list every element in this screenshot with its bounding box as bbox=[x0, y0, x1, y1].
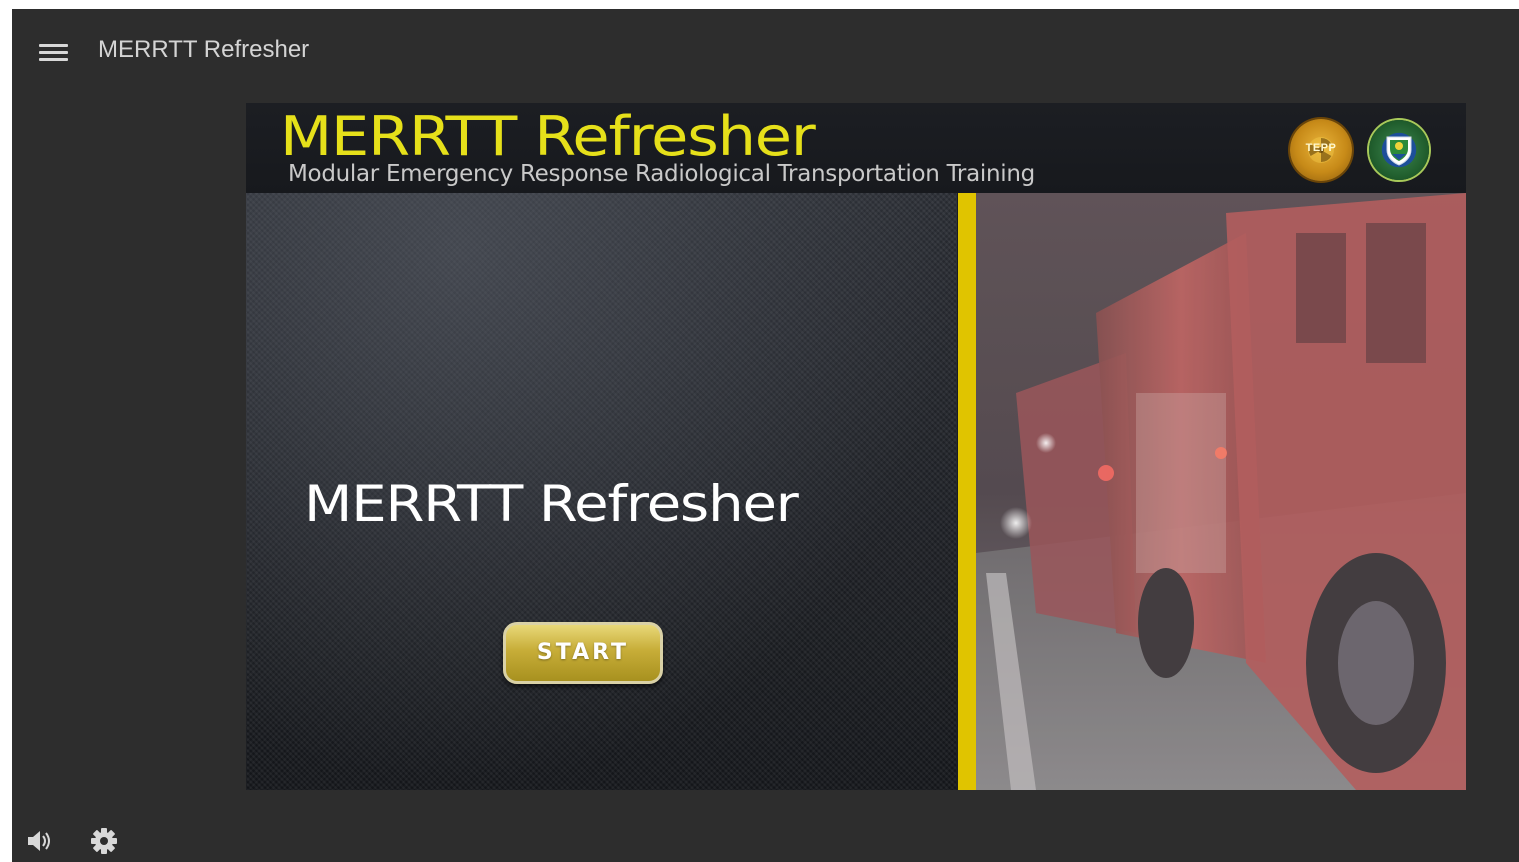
banner-subtitle: Modular Emergency Response Radiological … bbox=[288, 161, 1035, 187]
fire-trucks-at-night-image bbox=[976, 193, 1466, 790]
banner-title: MERRTT Refresher bbox=[280, 105, 816, 168]
app-title: MERRTT Refresher bbox=[98, 36, 310, 63]
top-bar: MERRTT Refresher bbox=[12, 9, 1519, 91]
tepp-logo: TEPP bbox=[1290, 119, 1352, 181]
doe-seal-logo bbox=[1369, 120, 1429, 180]
gear-icon[interactable] bbox=[88, 825, 120, 857]
tepp-logo-text: TEPP bbox=[1305, 142, 1337, 154]
accent-divider bbox=[958, 193, 976, 790]
fire-truck-illustration bbox=[976, 193, 1466, 790]
title-panel: MERRTT Refresher START bbox=[246, 193, 957, 790]
volume-icon[interactable] bbox=[24, 825, 56, 857]
doe-shield-icon bbox=[1386, 136, 1412, 166]
course-title: MERRTT Refresher bbox=[304, 475, 799, 533]
start-button[interactable]: START bbox=[503, 622, 663, 684]
hamburger-menu-icon[interactable] bbox=[38, 41, 70, 63]
course-slide: MERRTT Refresher Modular Emergency Respo… bbox=[246, 103, 1466, 790]
bottom-bar bbox=[12, 821, 1519, 862]
player-window: MERRTT Refresher MERRTT Refresher Modula… bbox=[12, 9, 1519, 862]
course-banner: MERRTT Refresher Modular Emergency Respo… bbox=[246, 103, 1466, 193]
start-button-label: START bbox=[536, 640, 630, 665]
